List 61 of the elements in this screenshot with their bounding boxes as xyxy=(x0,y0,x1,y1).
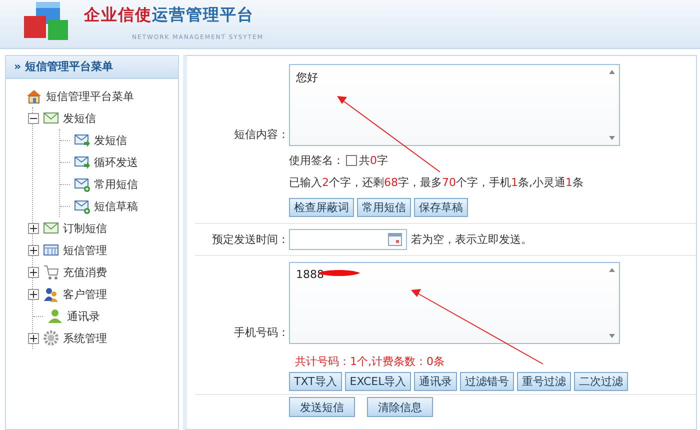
sidebar-header: » 短信管理平台菜单 xyxy=(6,56,178,79)
envelope-arrow-icon xyxy=(74,154,90,170)
tree-item[interactable]: 短信草稿 xyxy=(74,198,138,214)
schedule-hint: 若为空，表示立即发送。 xyxy=(411,232,532,247)
tree-item[interactable]: 充值消费 xyxy=(43,264,107,280)
signature-checkbox[interactable] xyxy=(346,155,357,166)
scroll-down-icon[interactable] xyxy=(609,136,615,140)
platform-title-brand: 企业信使 xyxy=(84,5,152,24)
expand-toggle-icon[interactable] xyxy=(28,112,39,124)
submit-button[interactable]: 发送短信 xyxy=(289,397,355,417)
house-icon xyxy=(26,88,42,104)
tree-item[interactable]: 短信管理 xyxy=(43,242,107,258)
date-field[interactable] xyxy=(289,229,407,250)
person-icon xyxy=(47,308,63,324)
phone-textarea[interactable]: 1888 xyxy=(289,262,620,344)
expand-toggle-icon[interactable] xyxy=(28,288,39,300)
expand-toggle-icon[interactable] xyxy=(28,332,39,344)
character-stats: 已输入2个字，还剩68字，最多70个字，手机1条,小灵通1条 xyxy=(289,175,584,190)
action-button[interactable]: 通讯录 xyxy=(414,372,458,391)
action-button[interactable]: 常用短信 xyxy=(357,198,411,217)
calendar-icon[interactable] xyxy=(388,233,402,246)
tree-item[interactable]: 客户管理 xyxy=(43,286,107,302)
signature-label: 使用签名： xyxy=(289,153,344,168)
action-button[interactable]: 重号过滤 xyxy=(517,372,572,391)
tree-item[interactable]: 系统管理 xyxy=(43,330,107,346)
envelope-icon xyxy=(43,110,59,126)
tree-item[interactable]: 订制短信 xyxy=(43,220,107,236)
tree-item[interactable]: 发短信 xyxy=(43,110,96,126)
tree-item[interactable]: 常用短信 xyxy=(74,176,138,192)
tree-item[interactable]: 通讯录 xyxy=(47,308,100,324)
submit-button[interactable]: 清除信息 xyxy=(367,397,433,417)
expand-toggle-icon[interactable] xyxy=(28,266,39,278)
scroll-down-icon[interactable] xyxy=(609,334,615,338)
field-label: 预定发送时间： xyxy=(211,232,289,247)
field-label: 短信内容： xyxy=(233,127,289,142)
action-button[interactable]: 检查屏蔽词 xyxy=(289,198,354,217)
people-icon xyxy=(43,286,59,302)
action-button[interactable]: EXCEL导入 xyxy=(344,372,412,391)
message-textarea[interactable]: 您好 xyxy=(289,64,620,146)
scroll-up-icon[interactable] xyxy=(609,268,615,272)
phone-summary: 共计号码：1个,计费条数：0条 xyxy=(295,354,446,369)
action-button[interactable]: 过滤错号 xyxy=(460,372,514,391)
table-icon xyxy=(43,242,59,258)
envelope-icon xyxy=(43,220,59,236)
field-label: 手机号码： xyxy=(233,325,289,340)
expand-toggle-icon[interactable] xyxy=(28,222,39,234)
expand-toggle-icon[interactable] xyxy=(28,244,39,256)
signature-count: 共0字 xyxy=(359,153,388,168)
action-button[interactable]: 保存草稿 xyxy=(414,198,468,217)
action-button[interactable]: TXT导入 xyxy=(289,372,342,391)
envelope-plus-icon xyxy=(74,198,90,214)
tree-item[interactable]: 发短信 xyxy=(74,132,127,148)
action-button[interactable]: 二次过滤 xyxy=(574,372,628,391)
tree-item[interactable]: 短信管理平台菜单 xyxy=(26,85,134,107)
gear-icon xyxy=(43,330,59,346)
cart-icon xyxy=(43,264,59,280)
scroll-up-icon[interactable] xyxy=(609,70,615,74)
envelope-plus-icon xyxy=(74,176,90,192)
tree-item[interactable]: 循环发送 xyxy=(74,154,138,170)
envelope-arrow-icon xyxy=(74,132,90,148)
platform-title: 运营管理平台 xyxy=(152,5,254,24)
